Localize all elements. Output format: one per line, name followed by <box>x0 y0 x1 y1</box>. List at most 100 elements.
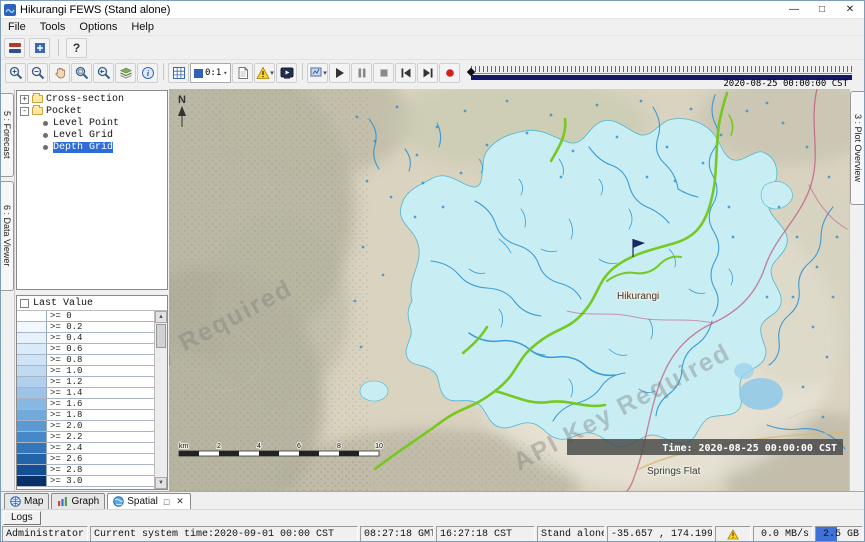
svg-text:8: 8 <box>337 443 341 450</box>
scroll-thumb[interactable] <box>156 324 166 348</box>
zoom-extent-button[interactable] <box>71 63 92 83</box>
zoom-previous-icon <box>97 66 111 80</box>
expand-icon[interactable]: + <box>20 95 29 104</box>
timeline-ticks <box>471 66 852 72</box>
left-panel: + Cross-section - PocketLevel PointLevel Gr… <box>15 89 169 491</box>
tab-plot-overview[interactable]: 3 : Plot Overview <box>850 91 865 205</box>
tree-item[interactable]: + Cross-section <box>17 93 167 105</box>
skip-forward-icon <box>422 67 434 79</box>
bar-chart-icon <box>57 496 68 507</box>
menu-file[interactable]: File <box>1 19 33 36</box>
tree-item-label[interactable]: Cross-section <box>46 94 124 105</box>
pause-button[interactable] <box>351 63 372 83</box>
menu-bar: File Tools Options Help <box>1 19 864 36</box>
time-step-value: 0:1 <box>205 68 221 78</box>
scroll-up-icon[interactable]: ▲ <box>155 311 167 323</box>
export-dropdown-button[interactable]: ▾ <box>307 63 328 83</box>
step-back-button[interactable] <box>395 63 416 83</box>
map-label-hikurangi: Hikurangi <box>617 291 659 302</box>
play-button[interactable] <box>329 63 350 83</box>
tree-item-label[interactable]: Level Grid <box>53 130 113 141</box>
map-toolbar: i 0:1 ▾ ▾ ▾ <box>1 59 864 89</box>
layers-button[interactable] <box>115 63 136 83</box>
info-button[interactable]: i <box>137 63 158 83</box>
tree-item[interactable]: Depth Grid <box>17 141 167 153</box>
map-label-springs-flat: Springs Flat <box>647 466 701 477</box>
legend-swatch <box>17 476 47 486</box>
pane-close-button[interactable]: ✕ <box>175 496 185 507</box>
stop-icon <box>378 67 390 79</box>
tree-item[interactable]: Level Grid <box>17 129 167 141</box>
tree-item-label[interactable]: Level Point <box>53 118 119 129</box>
import-icon <box>33 41 47 55</box>
legend-list: >= 0>= 0.2>= 0.4>= 0.6>= 0.8>= 1.0>= 1.2… <box>17 311 154 489</box>
legend-row: >= 0.2 <box>17 322 154 333</box>
tab-graph[interactable]: Graph <box>51 493 105 509</box>
zoom-in-button[interactable] <box>5 63 26 83</box>
legend-swatch <box>17 410 47 420</box>
legend-label: >= 0.8 <box>47 355 82 365</box>
main-area: 5 : Forecast 6 : Data Viewer + Cross-sect… <box>1 89 864 491</box>
zoom-previous-button[interactable] <box>93 63 114 83</box>
menu-tools[interactable]: Tools <box>33 19 73 36</box>
grid-display-button[interactable] <box>168 63 189 83</box>
logs-button[interactable]: Logs <box>3 511 41 525</box>
database-icon-button[interactable] <box>4 38 25 58</box>
status-warning-indicator[interactable] <box>715 526 751 542</box>
svg-text:6: 6 <box>297 443 301 450</box>
legend-label: >= 1.2 <box>47 377 82 387</box>
time-step-combo[interactable]: 0:1 ▾ <box>190 63 231 83</box>
status-user: Administrator <box>2 526 88 542</box>
hand-icon <box>53 66 67 80</box>
svg-text:km: km <box>179 443 189 450</box>
map-canvas[interactable]: API Key Required API Key Required Hikura… <box>169 89 849 491</box>
pane-restore-button[interactable]: □ <box>163 497 170 507</box>
legend-swatch <box>17 399 47 409</box>
logs-row: Logs <box>1 509 864 525</box>
tree-item-label[interactable]: Pocket <box>46 106 82 117</box>
tab-spatial[interactable]: Spatial □ ✕ <box>107 493 191 509</box>
record-button[interactable] <box>439 63 460 83</box>
stop-button[interactable] <box>373 63 394 83</box>
zoom-out-button[interactable] <box>27 63 48 83</box>
status-local-time: 16:27:18 CST <box>436 526 535 542</box>
legend-row: >= 2.6 <box>17 454 154 465</box>
maximize-button[interactable]: □ <box>808 1 836 18</box>
tab-map-label: Map <box>24 496 43 507</box>
minimize-button[interactable]: — <box>780 1 808 18</box>
map-svg: API Key Required API Key Required Hikura… <box>169 89 849 491</box>
document-icon <box>236 66 250 80</box>
menu-options[interactable]: Options <box>72 19 124 36</box>
tree-item[interactable]: Level Point <box>17 117 167 129</box>
tab-forecast[interactable]: 5 : Forecast <box>1 93 14 177</box>
tree-item[interactable]: - Pocket <box>17 105 167 117</box>
legend-label: >= 2.8 <box>47 465 82 475</box>
legend-label: >= 3.0 <box>47 476 82 486</box>
close-button[interactable]: ✕ <box>836 1 864 18</box>
warnings-dropdown-button[interactable]: ▾ <box>254 63 275 83</box>
menu-help[interactable]: Help <box>124 19 161 36</box>
legend-label: >= 0.2 <box>47 322 82 332</box>
legend-row: >= 1.8 <box>17 410 154 421</box>
animation-button[interactable] <box>276 63 297 83</box>
legend-scrollbar[interactable]: ▲ ▼ <box>154 311 167 489</box>
zoom-extent-icon <box>75 66 89 80</box>
scroll-down-icon[interactable]: ▼ <box>155 477 167 489</box>
tree-item-label[interactable]: Depth Grid <box>53 142 113 153</box>
time-step-icon <box>194 69 203 78</box>
status-memory: 2.5 GB <box>815 526 863 542</box>
help-button[interactable]: ? <box>66 38 87 58</box>
tab-data-viewer[interactable]: 6 : Data Viewer <box>1 181 14 291</box>
pan-button[interactable] <box>49 63 70 83</box>
legend-row: >= 0.6 <box>17 344 154 355</box>
collapse-icon[interactable]: - <box>20 107 29 116</box>
legend-header: Last Value <box>17 296 167 311</box>
tab-map[interactable]: Map <box>4 493 49 509</box>
legend-label: >= 1.4 <box>47 388 82 398</box>
tree-list: + Cross-section - PocketLevel PointLevel Gr… <box>16 90 168 290</box>
report-button[interactable] <box>232 63 253 83</box>
last-value-checkbox[interactable] <box>20 299 29 308</box>
step-forward-button[interactable] <box>417 63 438 83</box>
timeline-baseline <box>471 73 852 74</box>
import-icon-button[interactable] <box>29 38 50 58</box>
